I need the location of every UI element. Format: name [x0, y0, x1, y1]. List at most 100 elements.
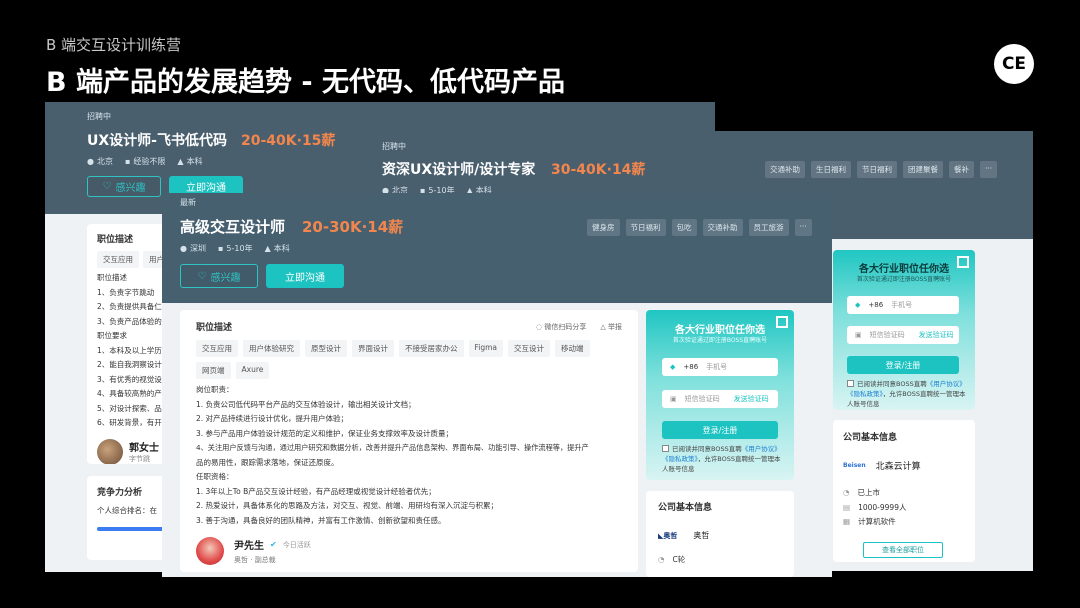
company-logo: Beisen — [843, 462, 866, 469]
login-button[interactable]: 登录/注册 — [662, 421, 778, 439]
recruiter-status: 今日活跃 — [282, 540, 311, 549]
job-meta: ● 北京 ▪ 经验不限 ▲ 本科 — [87, 156, 203, 167]
avatar — [97, 438, 123, 464]
skill-tags: 交互应用 用户体验研究 原型设计 界面设计 不接受居家办公 Figma 交互设计… — [196, 340, 616, 379]
stage-icon: ◔ — [843, 488, 850, 497]
job-salary: 20-40K·15薪 — [241, 133, 336, 149]
job-status: 招聘中 — [87, 112, 111, 121]
slide-title: B 端产品的发展趋势 - 无代码、低代码产品 — [46, 67, 565, 98]
job-status: 最新 — [180, 198, 196, 207]
skill-tag: 界面设计 — [352, 340, 394, 357]
qr-icon[interactable] — [957, 256, 969, 268]
lock-icon: ▣ — [670, 395, 677, 403]
login-button[interactable]: 登录/注册 — [847, 356, 959, 374]
avatar — [196, 537, 224, 565]
job-card-senior-interaction: 最新 高级交互设计师 20-30K·14薪 ● 深圳 ▪ 5-10年 ▲ 本科 健身房… — [162, 193, 832, 577]
company-logo: ◣奥哲 — [658, 531, 678, 540]
company-stage: ◔ C轮 — [658, 555, 686, 564]
briefcase-icon: ▪ — [124, 157, 131, 166]
shield-icon: ◆ — [670, 363, 676, 371]
benefit-tag: 交通补助 — [765, 161, 805, 178]
benefit-tag: 员工旅游 — [748, 219, 789, 236]
pin-icon: ● — [87, 157, 94, 166]
heart-icon: ♡ — [197, 270, 207, 282]
skill-tag: Axure — [235, 362, 270, 379]
verified-icon: ✔ — [270, 540, 277, 549]
login-panel: 各大行业职位任你选 首次验证通过即注册BOSS直聘账号 ◆ +86 手机号 ▣ 短信验… — [646, 310, 794, 480]
more-tags-button[interactable]: ··· — [794, 219, 812, 236]
agree-checkbox[interactable] — [662, 445, 669, 452]
location: ● 深圳 — [180, 244, 206, 253]
interest-button[interactable]: ♡ 感兴趣 — [180, 264, 258, 288]
skill-tag: 移动端 — [555, 340, 590, 357]
company-stage: ◔ 已上市 — [843, 488, 881, 497]
experience: ▪ 5-10年 — [217, 244, 253, 253]
company-name[interactable]: 北森云计算 — [876, 459, 921, 472]
job-status: 招聘中 — [382, 142, 406, 151]
benefit-tag: 生日福利 — [811, 161, 851, 178]
skill-tag: 交互设计 — [508, 340, 551, 357]
cap-icon: ▲ — [264, 244, 271, 253]
login-panel-back: 各大行业职位任你选 首次验证通过即注册BOSS直聘账号 ◆ +86 手机号 ▣ 短信验… — [833, 250, 975, 410]
shield-icon: ◆ — [855, 301, 861, 309]
recruiter-name: 郭女士 — [129, 443, 159, 454]
agree-checkbox[interactable] — [847, 380, 854, 387]
report-button[interactable]: △ 举报 — [600, 322, 622, 332]
skill-tag: 交互应用 — [196, 340, 238, 357]
course-kicker: B 端交互设计训练营 — [46, 36, 182, 54]
interest-button[interactable]: ♡ 感兴趣 — [87, 176, 161, 197]
desc-line: 3. 参与产品用户体验设计规范的定义和维护，保证业务支撑效率及设计质量； — [196, 428, 454, 438]
phone-input[interactable]: ◆ +86 手机号 — [847, 296, 959, 314]
skill-tag: 不接受居家办公 — [399, 340, 464, 357]
login-title: 各大行业职位任你选 — [859, 264, 949, 275]
view-all-jobs-button[interactable]: 查看全部职位 — [863, 542, 943, 558]
company-panel: 公司基本信息 ◣奥哲 奥哲 ◔ C轮 — [646, 491, 794, 577]
phone-input[interactable]: ◆ +86 手机号 — [662, 358, 778, 376]
job-title: 资深UX设计师/设计专家 — [382, 162, 536, 178]
job-salary: 20-30K·14薪 — [302, 218, 404, 236]
send-code-button[interactable]: 发送验证码 — [734, 394, 769, 404]
recruiter-name: 尹先生 — [234, 541, 264, 552]
sms-input[interactable]: ▣ 短信验证码 发送验证码 — [847, 326, 959, 344]
job-description-panel: 职位描述 ◌ 微信扫码分享 △ 举报 交互应用 用户体验研究 原型设计 界面设计… — [180, 310, 638, 572]
qr-icon[interactable] — [776, 316, 788, 328]
job-meta: ● 深圳 ▪ 5-10年 ▲ 本科 — [180, 243, 290, 254]
skill-tag: 原型设计 — [305, 340, 347, 357]
benefit-tag: 节日福利 — [857, 161, 897, 178]
recruiter-company: 奥哲 — [234, 556, 248, 564]
benefit-tag: 餐补 — [949, 161, 974, 178]
send-code-button[interactable]: 发送验证码 — [919, 330, 954, 340]
brand-logo: CE — [994, 44, 1034, 84]
desc-line: 品的易用性，跟踪需求落地，保证还原度。 — [196, 457, 339, 467]
job-salary: 30-40K·14薪 — [551, 162, 646, 178]
company-name[interactable]: 奥哲 — [693, 530, 709, 541]
company-info: ◔ 已上市 ▤ 1000-9999人 ▦ 计算机软件 — [843, 486, 965, 530]
benefit-tag: 包吃 — [671, 219, 697, 236]
warning-icon: △ — [600, 322, 608, 331]
company: Beisen 北森云计算 — [843, 459, 965, 472]
more-tags-button[interactable]: ··· — [980, 161, 998, 178]
location: ● 北京 — [87, 157, 113, 166]
share-button[interactable]: ◌ 微信扫码分享 — [536, 322, 586, 332]
sms-input[interactable]: ▣ 短信验证码 发送验证码 — [662, 390, 778, 408]
desc-line: 1. 负责公司低代码平台产品的交互体验设计，输出相关设计文档； — [196, 399, 416, 409]
desc-line: 4、关注用户反馈与沟通，通过用户研究和数据分析，改善并提升产品信息架构、界面布局… — [196, 443, 589, 452]
agreement: 已阅读并同意BOSS直聘《用户协议》《隐私政策》，允许BOSS直聘统一管理本人账… — [662, 445, 781, 473]
company-title: 公司基本信息 — [843, 433, 898, 443]
desc-line: 任职资格： — [196, 472, 234, 481]
education: ▲ 本科 — [177, 157, 203, 166]
company-title: 公司基本信息 — [658, 503, 713, 513]
stage-icon: ◔ — [658, 555, 665, 564]
skill-tag: 交互应用 — [97, 251, 139, 268]
cap-icon: ▲ — [177, 157, 184, 166]
desc-line: 岗位职责： — [196, 385, 234, 394]
desc-title: 职位描述 — [196, 323, 233, 333]
company-industry: ▦ 计算机软件 — [843, 517, 896, 526]
benefit-tags: 健身房 节日福利 包吃 交通补助 员工旅游 ··· — [587, 219, 812, 236]
education: ▲ 本科 — [264, 244, 290, 253]
people-icon: ▤ — [843, 502, 851, 512]
chat-button[interactable]: 立即沟通 — [266, 264, 344, 288]
login-subtitle: 首次验证通过即注册BOSS直聘账号 — [672, 337, 768, 344]
job-title: UX设计师-飞书低代码 — [87, 133, 227, 149]
benefit-tag: 健身房 — [587, 219, 620, 236]
